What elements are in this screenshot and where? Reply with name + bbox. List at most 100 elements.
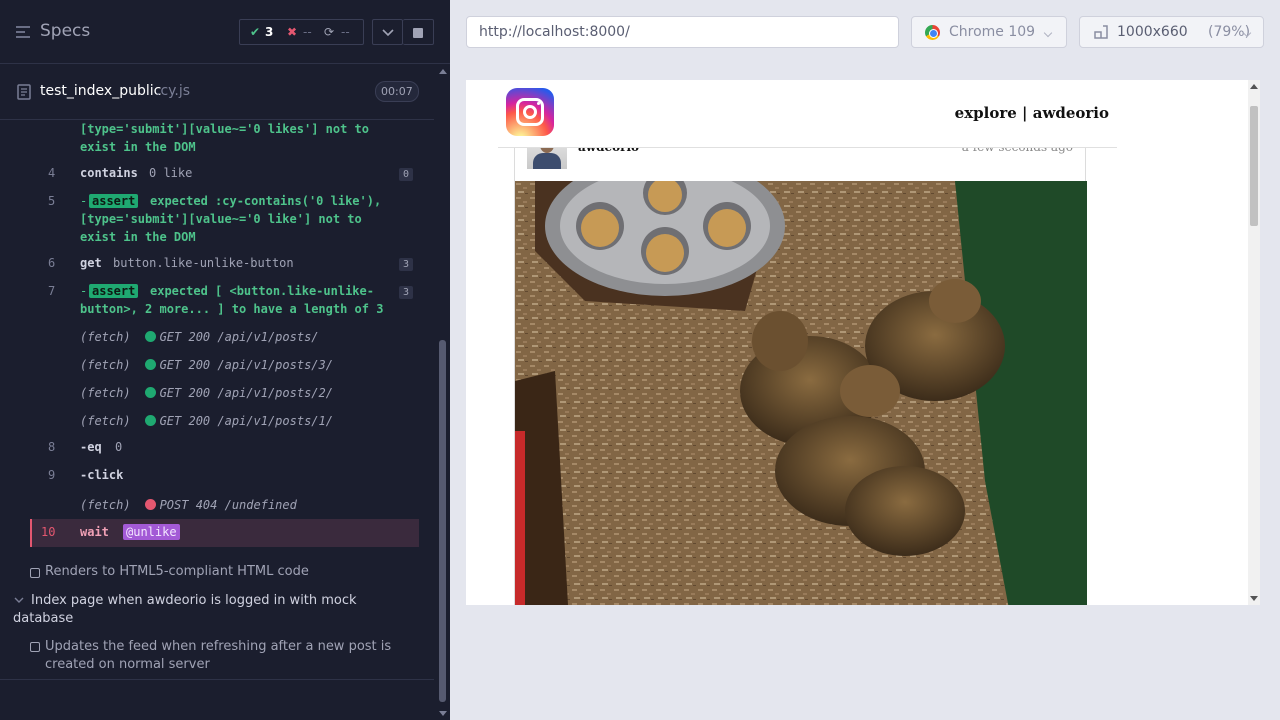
pending-icon: ⟳	[324, 25, 335, 39]
fetch-log-row[interactable]: (fetch) GET 200 /api/v1/posts/1/	[80, 414, 333, 428]
command-log: [type='submit'][value~='0 likes'] not to…	[0, 121, 434, 720]
browser-label: Chrome 109	[949, 24, 1036, 40]
command-count-badge: 0	[398, 168, 413, 181]
active-command-row[interactable]: 10 wait @unlike	[30, 519, 419, 547]
reporter-panel: Specs ✔ 3 ✖ -- ⟳ -- test_index_public .c…	[0, 0, 450, 720]
checkbox-icon	[30, 642, 40, 652]
command-message: 0	[115, 440, 123, 454]
command-number: 4	[48, 166, 56, 180]
command-number: 10	[41, 525, 56, 539]
check-icon: ✔	[250, 25, 261, 39]
command-3-message-line: exist in the DOM	[80, 140, 196, 154]
fetch-log-row[interactable]: (fetch) GET 200 /api/v1/posts/	[80, 330, 319, 344]
camera-flash	[537, 102, 540, 105]
fetch-log-row[interactable]: (fetch) GET 200 /api/v1/posts/2/	[80, 386, 333, 400]
fetch-prefix: (fetch)	[80, 386, 131, 400]
fetch-prefix: (fetch)	[80, 358, 131, 372]
divider	[0, 679, 434, 680]
specs-list-toggle-icon[interactable]	[16, 22, 32, 42]
fetch-text: GET 200 /api/v1/posts/1/	[159, 414, 333, 428]
camera-lens	[523, 105, 537, 119]
command-count-badge: 3	[398, 258, 413, 271]
command-number: 8	[48, 440, 56, 454]
assert-message-line: [type='submit'][value~='0 like'] not to	[80, 212, 362, 226]
spec-file-bar: test_index_public .cy.js 00:07	[0, 65, 434, 120]
aut-scrollbar[interactable]	[1248, 80, 1260, 605]
test-item-updates[interactable]: Updates the feed when refreshing after a…	[30, 638, 410, 678]
command-row[interactable]: 9 -click	[30, 467, 419, 487]
aut-panel: http://localhost:8000/ Chrome 109 1000x6…	[450, 0, 1280, 720]
viewport-icon	[1094, 25, 1108, 39]
test-title: Renders to HTML5-compliant HTML code	[45, 564, 309, 579]
chevron-down-icon	[382, 29, 394, 37]
command-row[interactable]: 5 - assert expected :cy-contains('0 like…	[30, 193, 419, 249]
fetch-log-row[interactable]: (fetch) POST 404 /undefined	[80, 498, 297, 512]
fetch-text: GET 200 /api/v1/posts/	[159, 330, 319, 344]
assert-message-line: button>, 2 more... ] to have a length of…	[80, 302, 384, 316]
user-link[interactable]: awdeorio	[1033, 104, 1109, 122]
scroll-down-icon[interactable]	[1250, 596, 1258, 601]
browser-selector[interactable]: Chrome 109	[911, 16, 1067, 48]
specs-title[interactable]: Specs	[40, 21, 90, 41]
app-under-test-frame: explore | awdeorio awdeorio a few second…	[466, 80, 1260, 605]
command-row[interactable]: 4 contains 0 like 0	[30, 165, 419, 185]
command-name: get	[80, 256, 102, 270]
viewport-size: 1000x660	[1117, 24, 1188, 40]
status-dot-icon	[144, 499, 156, 510]
checkbox-icon	[30, 568, 40, 578]
url-bar[interactable]: http://localhost:8000/	[466, 16, 899, 48]
command-prefix: -	[80, 194, 88, 208]
command-row[interactable]: 7 - assert expected [ <button.like-unlik…	[30, 283, 419, 321]
feed-post: awdeorio a few seconds ago	[514, 120, 1087, 605]
reporter-scrollbar[interactable]	[436, 65, 450, 720]
assert-message-line: expected [ <button.like-unlike-	[150, 284, 374, 298]
pending-count: --	[341, 25, 350, 39]
scroll-up-icon[interactable]	[439, 69, 447, 74]
command-number: 6	[48, 256, 56, 270]
scroll-thumb[interactable]	[439, 340, 446, 702]
command-row[interactable]: 6 get button.like-unlike-button 3	[30, 255, 419, 275]
assert-message-line: expected :cy-contains('0 like'),	[150, 194, 382, 208]
reporter-header: Specs ✔ 3 ✖ -- ⟳ --	[0, 0, 450, 64]
command-name: -eq	[80, 440, 102, 454]
suite-title[interactable]: Index page when awdeorio is logged in wi…	[13, 592, 393, 628]
scroll-thumb[interactable]	[1250, 106, 1258, 226]
run-duration: 00:07	[375, 81, 419, 102]
test-title: Updates the feed when refreshing after a…	[45, 639, 392, 672]
site-nav: explore | awdeorio	[955, 104, 1109, 122]
fetch-prefix: (fetch)	[80, 330, 131, 344]
test-stats: ✔ 3 ✖ -- ⟳ --	[239, 19, 364, 45]
explore-link[interactable]: explore	[955, 104, 1017, 122]
assert-tag: assert	[89, 194, 139, 208]
site-header: explore | awdeorio	[498, 80, 1117, 148]
command-message: 0 like	[149, 166, 193, 180]
instagram-logo-icon[interactable]	[506, 88, 554, 136]
fetch-prefix: (fetch)	[80, 498, 131, 512]
command-name: contains	[80, 166, 138, 180]
chrome-icon	[925, 25, 940, 40]
stop-icon	[413, 28, 423, 38]
fetch-text: GET 200 /api/v1/posts/2/	[159, 386, 333, 400]
status-dot-icon	[144, 331, 156, 342]
fetch-log-row[interactable]: (fetch) GET 200 /api/v1/posts/3/	[80, 358, 333, 372]
viewport-selector[interactable]: 1000x660 (79%)	[1079, 16, 1264, 48]
command-number: 9	[48, 468, 56, 482]
command-name: -click	[80, 468, 124, 482]
command-row[interactable]: 8 -eq 0	[30, 439, 419, 459]
post-image	[515, 181, 1087, 605]
command-message: button.like-unlike-button	[113, 256, 294, 270]
collapse-all-button[interactable]	[372, 19, 403, 45]
stop-button[interactable]	[403, 19, 434, 45]
scroll-up-icon[interactable]	[1250, 84, 1258, 89]
spec-file-name[interactable]: test_index_public	[40, 83, 161, 99]
chevron-down-icon	[1043, 28, 1053, 38]
scroll-down-icon[interactable]	[439, 711, 447, 716]
fetch-prefix: (fetch)	[80, 414, 131, 428]
x-icon: ✖	[287, 25, 298, 39]
command-number: 7	[48, 284, 56, 298]
assert-message-line: exist in the DOM	[80, 230, 196, 244]
fetch-text: GET 200 /api/v1/posts/3/	[159, 358, 333, 372]
fetch-text: POST 404 /undefined	[159, 498, 297, 512]
nav-separator: |	[1022, 104, 1028, 122]
status-dot-icon	[144, 359, 156, 370]
